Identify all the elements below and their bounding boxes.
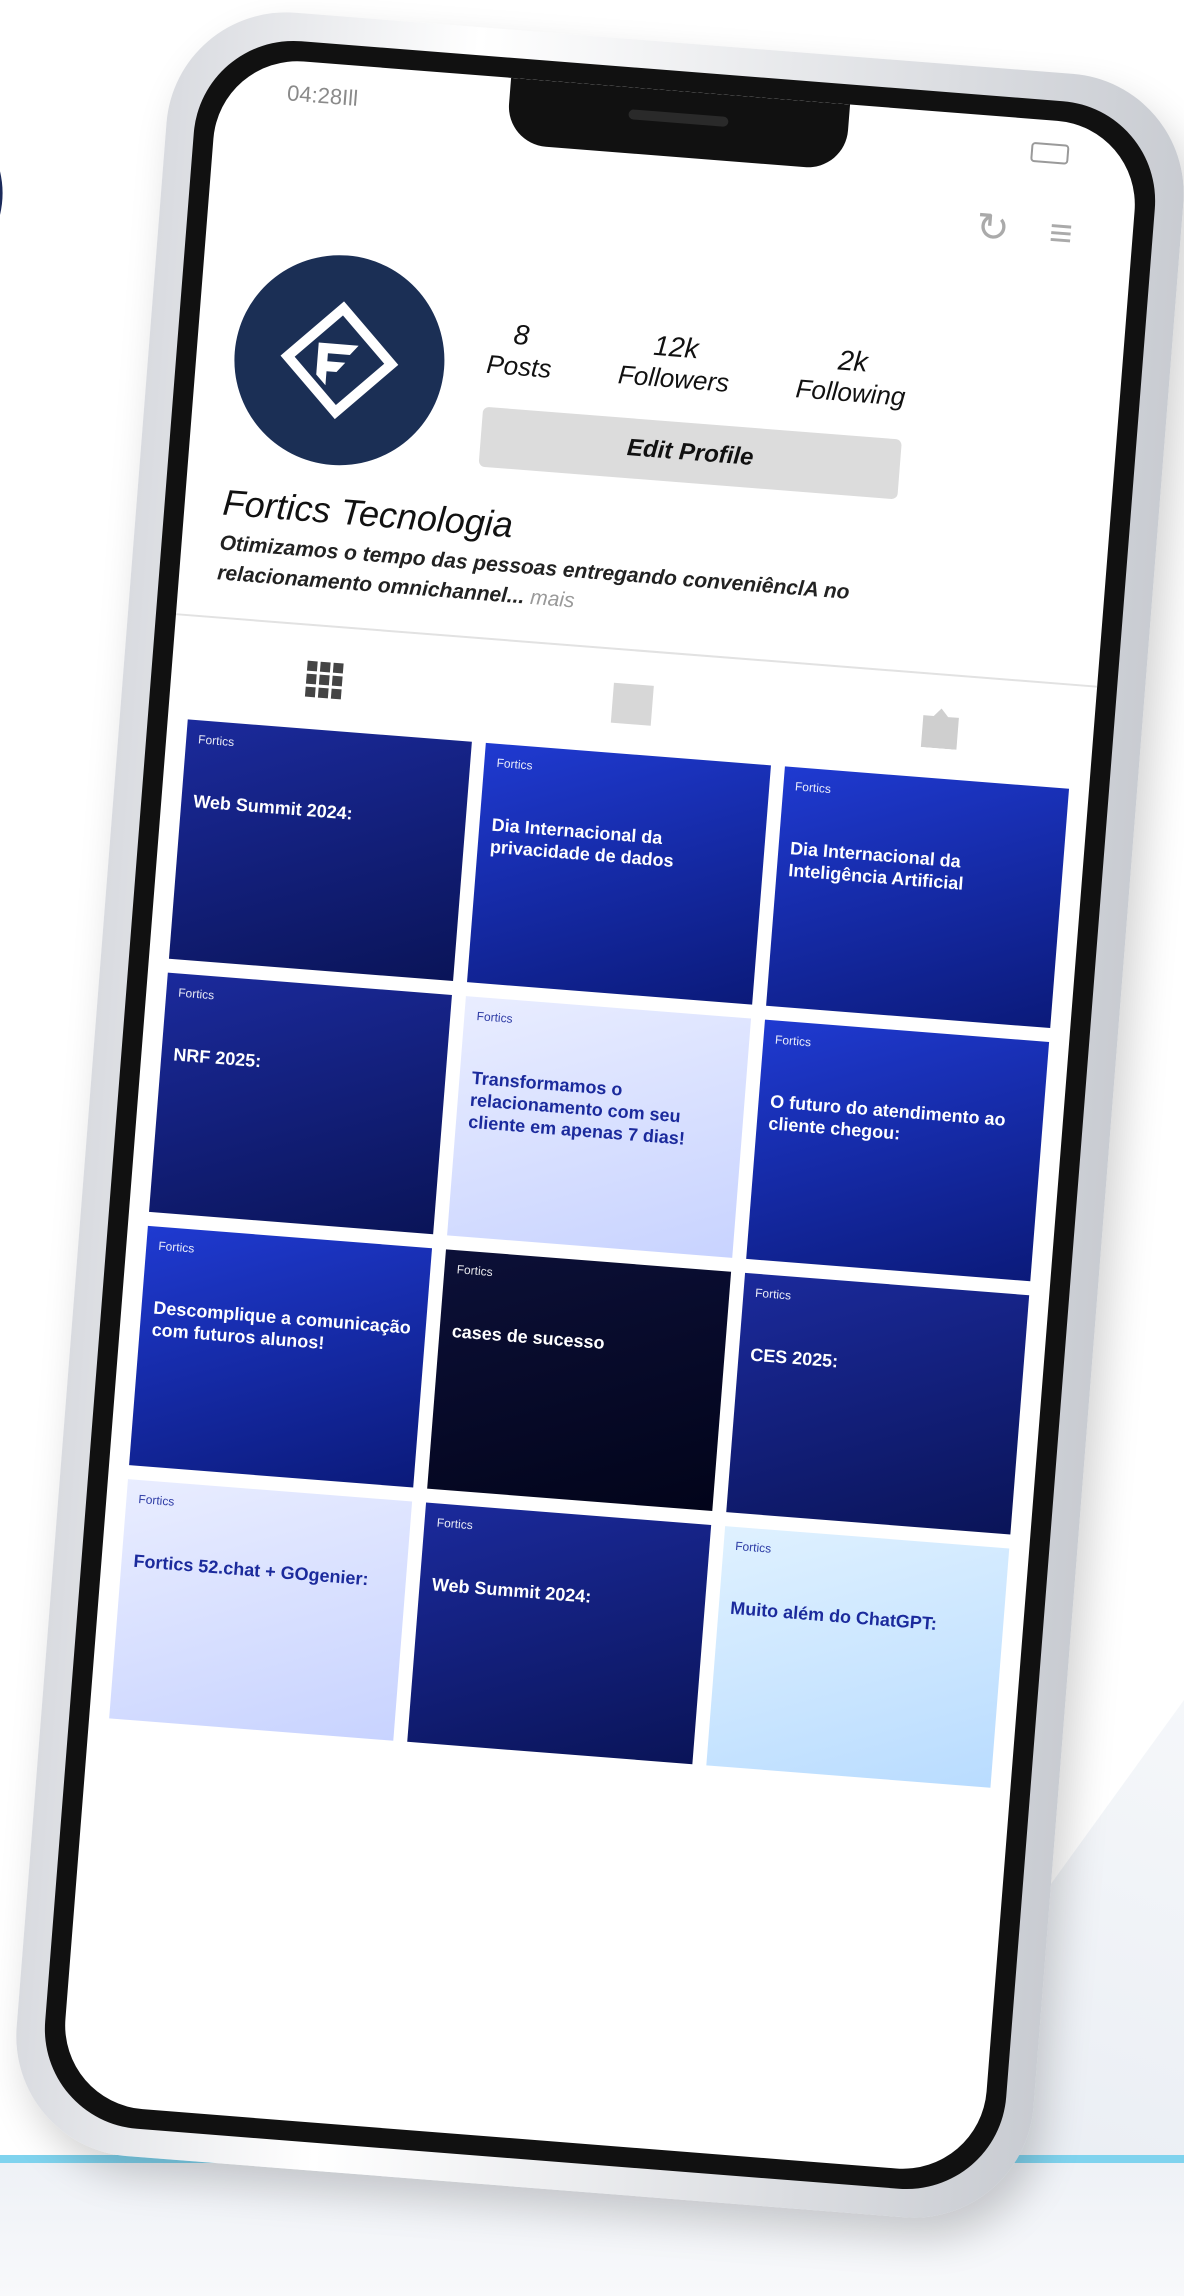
post-tile[interactable]: Fortics Transformamos o relacionamento co… [447,996,751,1258]
stat-following[interactable]: 2k Following [795,341,909,412]
list-icon[interactable] [610,682,654,726]
post-headline: CES 2025: [749,1344,839,1372]
status-time: 04:28 [286,80,344,110]
speaker [628,109,729,127]
stat-value: 8 [512,318,531,351]
post-tile[interactable]: Fortics Web Summit 2024: [168,719,473,982]
bio-more-link[interactable]: mais [529,586,575,612]
post-brand: Fortics [774,1032,812,1050]
post-headline: Web Summit 2024: [192,791,354,824]
post-brand: Fortics [794,779,832,797]
post-headline: NRF 2025: [172,1044,262,1072]
fortics-logo-icon [280,301,399,420]
corner-decoration: ) [0,120,15,260]
post-tile[interactable]: Fortics Web Summit 2024: [407,1502,711,1765]
post-brand: Fortics [436,1515,474,1533]
post-tile[interactable]: Fortics Fortics 52.chat + GOgenier: [109,1479,413,1741]
stat-label: Posts [485,348,553,384]
post-headline: Fortics 52.chat + GOgenier: [132,1550,370,1590]
post-brand: Fortics [157,1238,195,1256]
post-headline: cases de sucesso [451,1321,606,1354]
profile-stats: 8 Posts 12k Followers 2k Following [485,317,909,413]
post-brand: Fortics [476,1009,514,1026]
post-brand: Fortics [734,1538,772,1556]
post-tile[interactable]: Fortics Descomplique a comunicação com fu… [129,1225,433,1488]
edit-profile-button[interactable]: Edit Profile [478,406,902,500]
post-headline: Transformamos o relacionamento com seu c… [467,1067,686,1149]
stat-followers[interactable]: 12k Followers [617,327,733,399]
post-headline: Dia Internacional da privacidade de dado… [489,814,675,871]
post-headline: Web Summit 2024: [431,1574,593,1607]
tag-icon[interactable] [921,707,960,750]
post-brand: Fortics [754,1285,792,1303]
avatar[interactable] [226,247,453,474]
battery-icon [1030,141,1070,165]
phone-screen: 04:28 Ill ↻ ≡ 8 Posts 12k Followers 2k F… [58,54,1142,2176]
post-tile[interactable]: Fortics cases de sucesso [427,1249,731,1512]
post-brand: Fortics [177,985,215,1003]
post-tile[interactable]: Fortics O futuro do atendimento ao client… [745,1019,1050,1282]
post-headline: Dia Internacional da Inteligência Artifi… [787,838,965,894]
post-brand: Fortics [137,1491,175,1509]
post-brand: Fortics [496,755,534,773]
posts-grid: Fortics Web Summit 2024: Fortics Dia Intern… [109,719,1070,1788]
post-tile[interactable]: Fortics Dia Internacional da Inteligência… [765,766,1070,1029]
post-tile[interactable]: Fortics CES 2025: [725,1272,1030,1535]
post-tile[interactable]: Fortics NRF 2025: [149,972,453,1235]
menu-icon[interactable]: ≡ [1048,210,1075,257]
refresh-icon[interactable]: ↻ [974,204,1011,252]
phone-mockup: 04:28 Ill ↻ ≡ 8 Posts 12k Followers 2k F… [7,3,1184,2227]
post-headline: Descomplique a comunicação com futuros a… [151,1297,412,1354]
post-brand: Fortics [456,1262,494,1280]
post-tile[interactable]: Fortics Muito além do ChatGPT: [705,1526,1010,1788]
post-tile[interactable]: Fortics Dia Internacional da privacidade … [467,742,771,1005]
grid-icon[interactable] [305,660,344,700]
post-headline: Muito além do ChatGPT: [729,1597,938,1634]
signal-indicator: Ill [341,84,359,111]
post-headline: O futuro do atendimento ao cliente chego… [767,1091,1007,1144]
post-brand: Fortics [197,732,235,750]
stat-posts[interactable]: 8 Posts [485,317,555,385]
